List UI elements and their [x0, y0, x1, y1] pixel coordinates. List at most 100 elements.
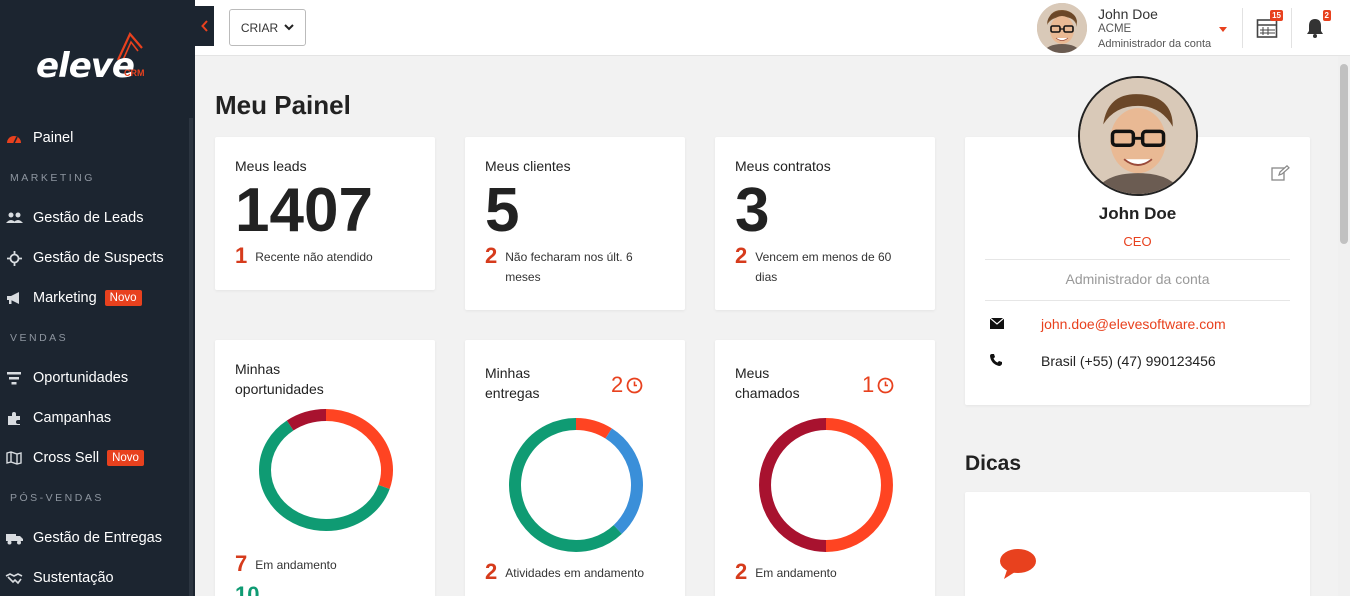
clock-icon	[626, 377, 643, 393]
comment-icon	[1000, 549, 1036, 579]
profile-email-link[interactable]: john.doe@elevesoftware.com	[1041, 316, 1226, 332]
donut-segment[interactable]	[605, 428, 643, 534]
tickets-clock-count: 1	[862, 372, 875, 397]
donut-segment[interactable]	[259, 420, 390, 531]
opportunities-sub: 7 Em andamento	[235, 553, 337, 575]
tips-title: Dicas	[965, 452, 1022, 475]
profile-email-row: john.doe@elevesoftware.com	[989, 316, 1226, 332]
chevron-down-icon	[284, 24, 294, 31]
calendar-button[interactable]: 15	[1253, 10, 1283, 42]
contracts-card[interactable]: Meus contratos 3 2 Vencem em menos de 60…	[715, 137, 935, 310]
bullhorn-icon	[5, 289, 23, 307]
tips-card[interactable]	[965, 492, 1310, 596]
clients-count: 5	[485, 176, 520, 245]
deliveries-sub-count: 2	[485, 559, 498, 584]
clients-card[interactable]: Meus clientes 5 2 Não fecharam nos últ. …	[465, 137, 685, 310]
donut-segments	[509, 418, 643, 552]
nav-section-vendas: VENDAS	[10, 332, 69, 344]
sidebar-item-painel[interactable]: Painel	[0, 123, 190, 153]
sidebar-item-gestao-suspects[interactable]: Gestão de Suspects	[0, 243, 190, 273]
donut-segment[interactable]	[825, 418, 893, 552]
profile-phone: Brasil (+55) (47) 990123456	[1041, 353, 1216, 369]
tickets-sub: 2 Em andamento	[735, 561, 837, 583]
sidebar-item-sustentacao[interactable]: Sustentação	[0, 563, 190, 593]
logo-crm-text: CRM	[124, 68, 145, 78]
divider	[985, 300, 1290, 301]
card-label: Meus chamados	[735, 365, 800, 401]
new-badge: Novo	[107, 450, 144, 466]
opportunities-card[interactable]: Minhas oportunidades 7 Em andamento 10	[215, 340, 435, 596]
deliveries-card[interactable]: Minhas entregas 2 2 Atividades em andame…	[465, 340, 685, 596]
sidebar-item-marketing[interactable]: Marketing Novo	[0, 283, 190, 313]
sidebar-item-label: Gestão de Suspects	[33, 250, 164, 266]
leads-card[interactable]: Meus leads 1407 1 Recente não atendido	[215, 137, 435, 290]
filter-icon	[5, 369, 23, 387]
leads-sub-text: Recente não atendido	[255, 250, 373, 264]
avatar	[1037, 3, 1087, 53]
sidebar-item-label: Marketing	[33, 290, 97, 306]
contracts-count: 3	[735, 176, 770, 245]
sidebar-scrollbar[interactable]	[189, 118, 193, 596]
donut-segment[interactable]	[325, 409, 393, 490]
deliveries-sub: 2 Atividades em andamento	[485, 561, 644, 583]
card-label: Meus clientes	[485, 158, 571, 174]
eleve-logo[interactable]: eleve CRM	[36, 30, 156, 86]
user-role: Administrador da conta	[1098, 38, 1212, 50]
page-scrollbar[interactable]	[1338, 56, 1350, 596]
leads-count: 1407	[235, 176, 373, 245]
donut-segment[interactable]	[759, 418, 827, 552]
clients-sub: 2 Não fecharam nos últ. 6 meses	[485, 245, 665, 287]
page-scrollbar-thumb[interactable]	[1340, 64, 1348, 244]
deliveries-sub-text: Atividades em andamento	[505, 566, 644, 580]
deliveries-donut-chart[interactable]	[508, 417, 644, 553]
tickets-overdue[interactable]: 1	[862, 372, 894, 398]
deliveries-overdue[interactable]: 2	[611, 372, 643, 398]
user-menu[interactable]: John Doe ACME Administrador da conta	[1037, 3, 1229, 53]
sidebar-item-gestao-leads[interactable]: Gestão de Leads	[0, 203, 190, 233]
page-title: Meu Painel	[215, 90, 351, 120]
sidebar-item-label: Campanhas	[33, 410, 112, 426]
donut-segment[interactable]	[575, 418, 612, 439]
map-icon	[5, 449, 23, 467]
profile-avatar[interactable]	[1078, 76, 1198, 196]
sidebar-item-label: Sustentação	[33, 570, 114, 586]
logo-text: eleve	[36, 46, 135, 86]
sidebar-toggle-button[interactable]	[195, 6, 214, 46]
divider	[1291, 8, 1292, 48]
gauge-icon	[5, 129, 23, 147]
opportunities-donut-chart[interactable]	[258, 408, 394, 532]
card-label: Meus contratos	[735, 158, 831, 174]
nav-section-marketing: MARKETING	[10, 172, 95, 184]
divider	[985, 259, 1290, 260]
donut-segment[interactable]	[509, 418, 622, 552]
card-label: Meus leads	[235, 158, 307, 174]
sidebar-item-gestao-entregas[interactable]: Gestão de Entregas	[0, 523, 190, 553]
crosshairs-icon	[5, 249, 23, 267]
divider	[1242, 8, 1243, 48]
contracts-sub-count: 2	[735, 243, 748, 268]
sidebar-item-campanhas[interactable]: Campanhas	[0, 403, 190, 433]
puzzle-icon	[5, 409, 23, 427]
opportunities-sub-count: 7	[235, 551, 248, 576]
tickets-card[interactable]: Meus chamados 1 2 Em andamento	[715, 340, 935, 596]
card-label: Minhas oportunidades	[235, 361, 324, 397]
bell-icon	[1307, 19, 1323, 38]
tickets-donut-chart[interactable]	[758, 417, 894, 553]
topbar: CRIAR John Doe ACME Administrador da con…	[195, 0, 1350, 56]
opportunities-next-count: 10	[235, 582, 260, 596]
sidebar-item-label: Cross Sell	[33, 450, 100, 466]
new-badge: Novo	[104, 290, 142, 306]
opportunities-sub-text: Em andamento	[255, 558, 337, 572]
sidebar-item-cross-sell[interactable]: Cross Sell Novo	[0, 443, 190, 473]
sidebar: eleve CRM Painel MARKETING Gestão de Lea…	[0, 0, 195, 596]
create-button[interactable]: CRIAR	[229, 9, 306, 46]
edit-icon	[1271, 164, 1290, 181]
notifications-button[interactable]: 2	[1301, 10, 1331, 42]
edit-profile-button[interactable]	[1271, 164, 1290, 186]
donut-segments	[259, 409, 393, 531]
donut-segment[interactable]	[286, 409, 327, 431]
sidebar-item-label: Painel	[33, 130, 74, 146]
sidebar-item-label: Gestão de Entregas	[33, 530, 162, 546]
donut-segments	[759, 418, 893, 552]
sidebar-item-oportunidades[interactable]: Oportunidades	[0, 363, 190, 393]
